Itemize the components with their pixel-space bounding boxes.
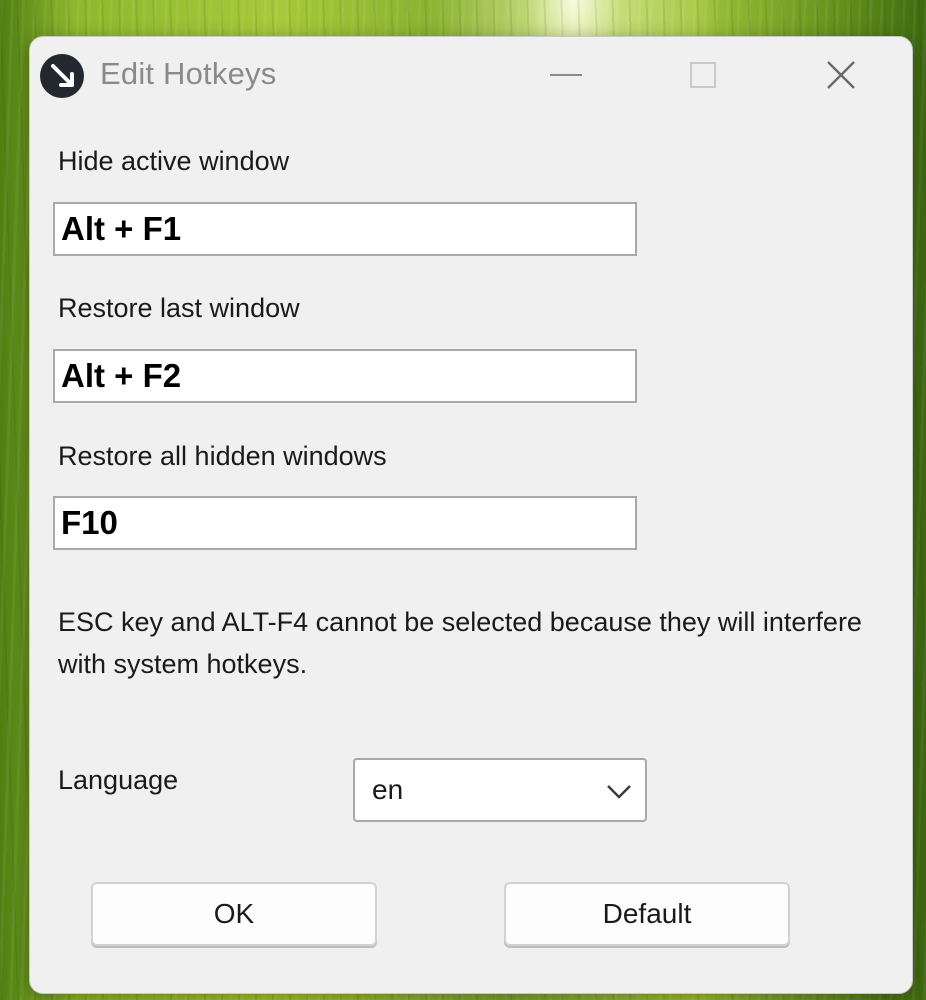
ok-button[interactable]: OK bbox=[91, 882, 377, 946]
language-select[interactable]: en bbox=[353, 758, 647, 822]
minimize-icon bbox=[550, 74, 582, 76]
chevron-down-icon bbox=[607, 785, 631, 799]
restore-last-window-label: Restore last window bbox=[58, 293, 300, 323]
default-button[interactable]: Default bbox=[504, 882, 790, 946]
title-bar[interactable]: Edit Hotkeys bbox=[30, 37, 912, 113]
window-title: Edit Hotkeys bbox=[100, 56, 277, 91]
close-button[interactable] bbox=[811, 49, 871, 101]
close-icon bbox=[827, 61, 855, 89]
hotkey-restriction-note: ESC key and ALT-F4 cannot be selected be… bbox=[58, 607, 862, 679]
minimize-button[interactable] bbox=[536, 49, 596, 101]
restore-all-hidden-windows-input[interactable] bbox=[53, 496, 637, 550]
app-arrow-icon bbox=[40, 54, 84, 98]
hide-active-window-label: Hide active window bbox=[58, 146, 290, 176]
maximize-button[interactable] bbox=[673, 49, 733, 101]
language-label: Language bbox=[58, 765, 179, 795]
maximize-icon bbox=[690, 62, 716, 88]
hide-active-window-input[interactable] bbox=[53, 202, 637, 256]
restore-last-window-input[interactable] bbox=[53, 349, 637, 403]
edit-hotkeys-dialog: Edit Hotkeys Hide active window Restore … bbox=[29, 36, 913, 994]
restore-all-hidden-windows-label: Restore all hidden windows bbox=[58, 441, 387, 471]
language-selected-value: en bbox=[372, 774, 404, 805]
